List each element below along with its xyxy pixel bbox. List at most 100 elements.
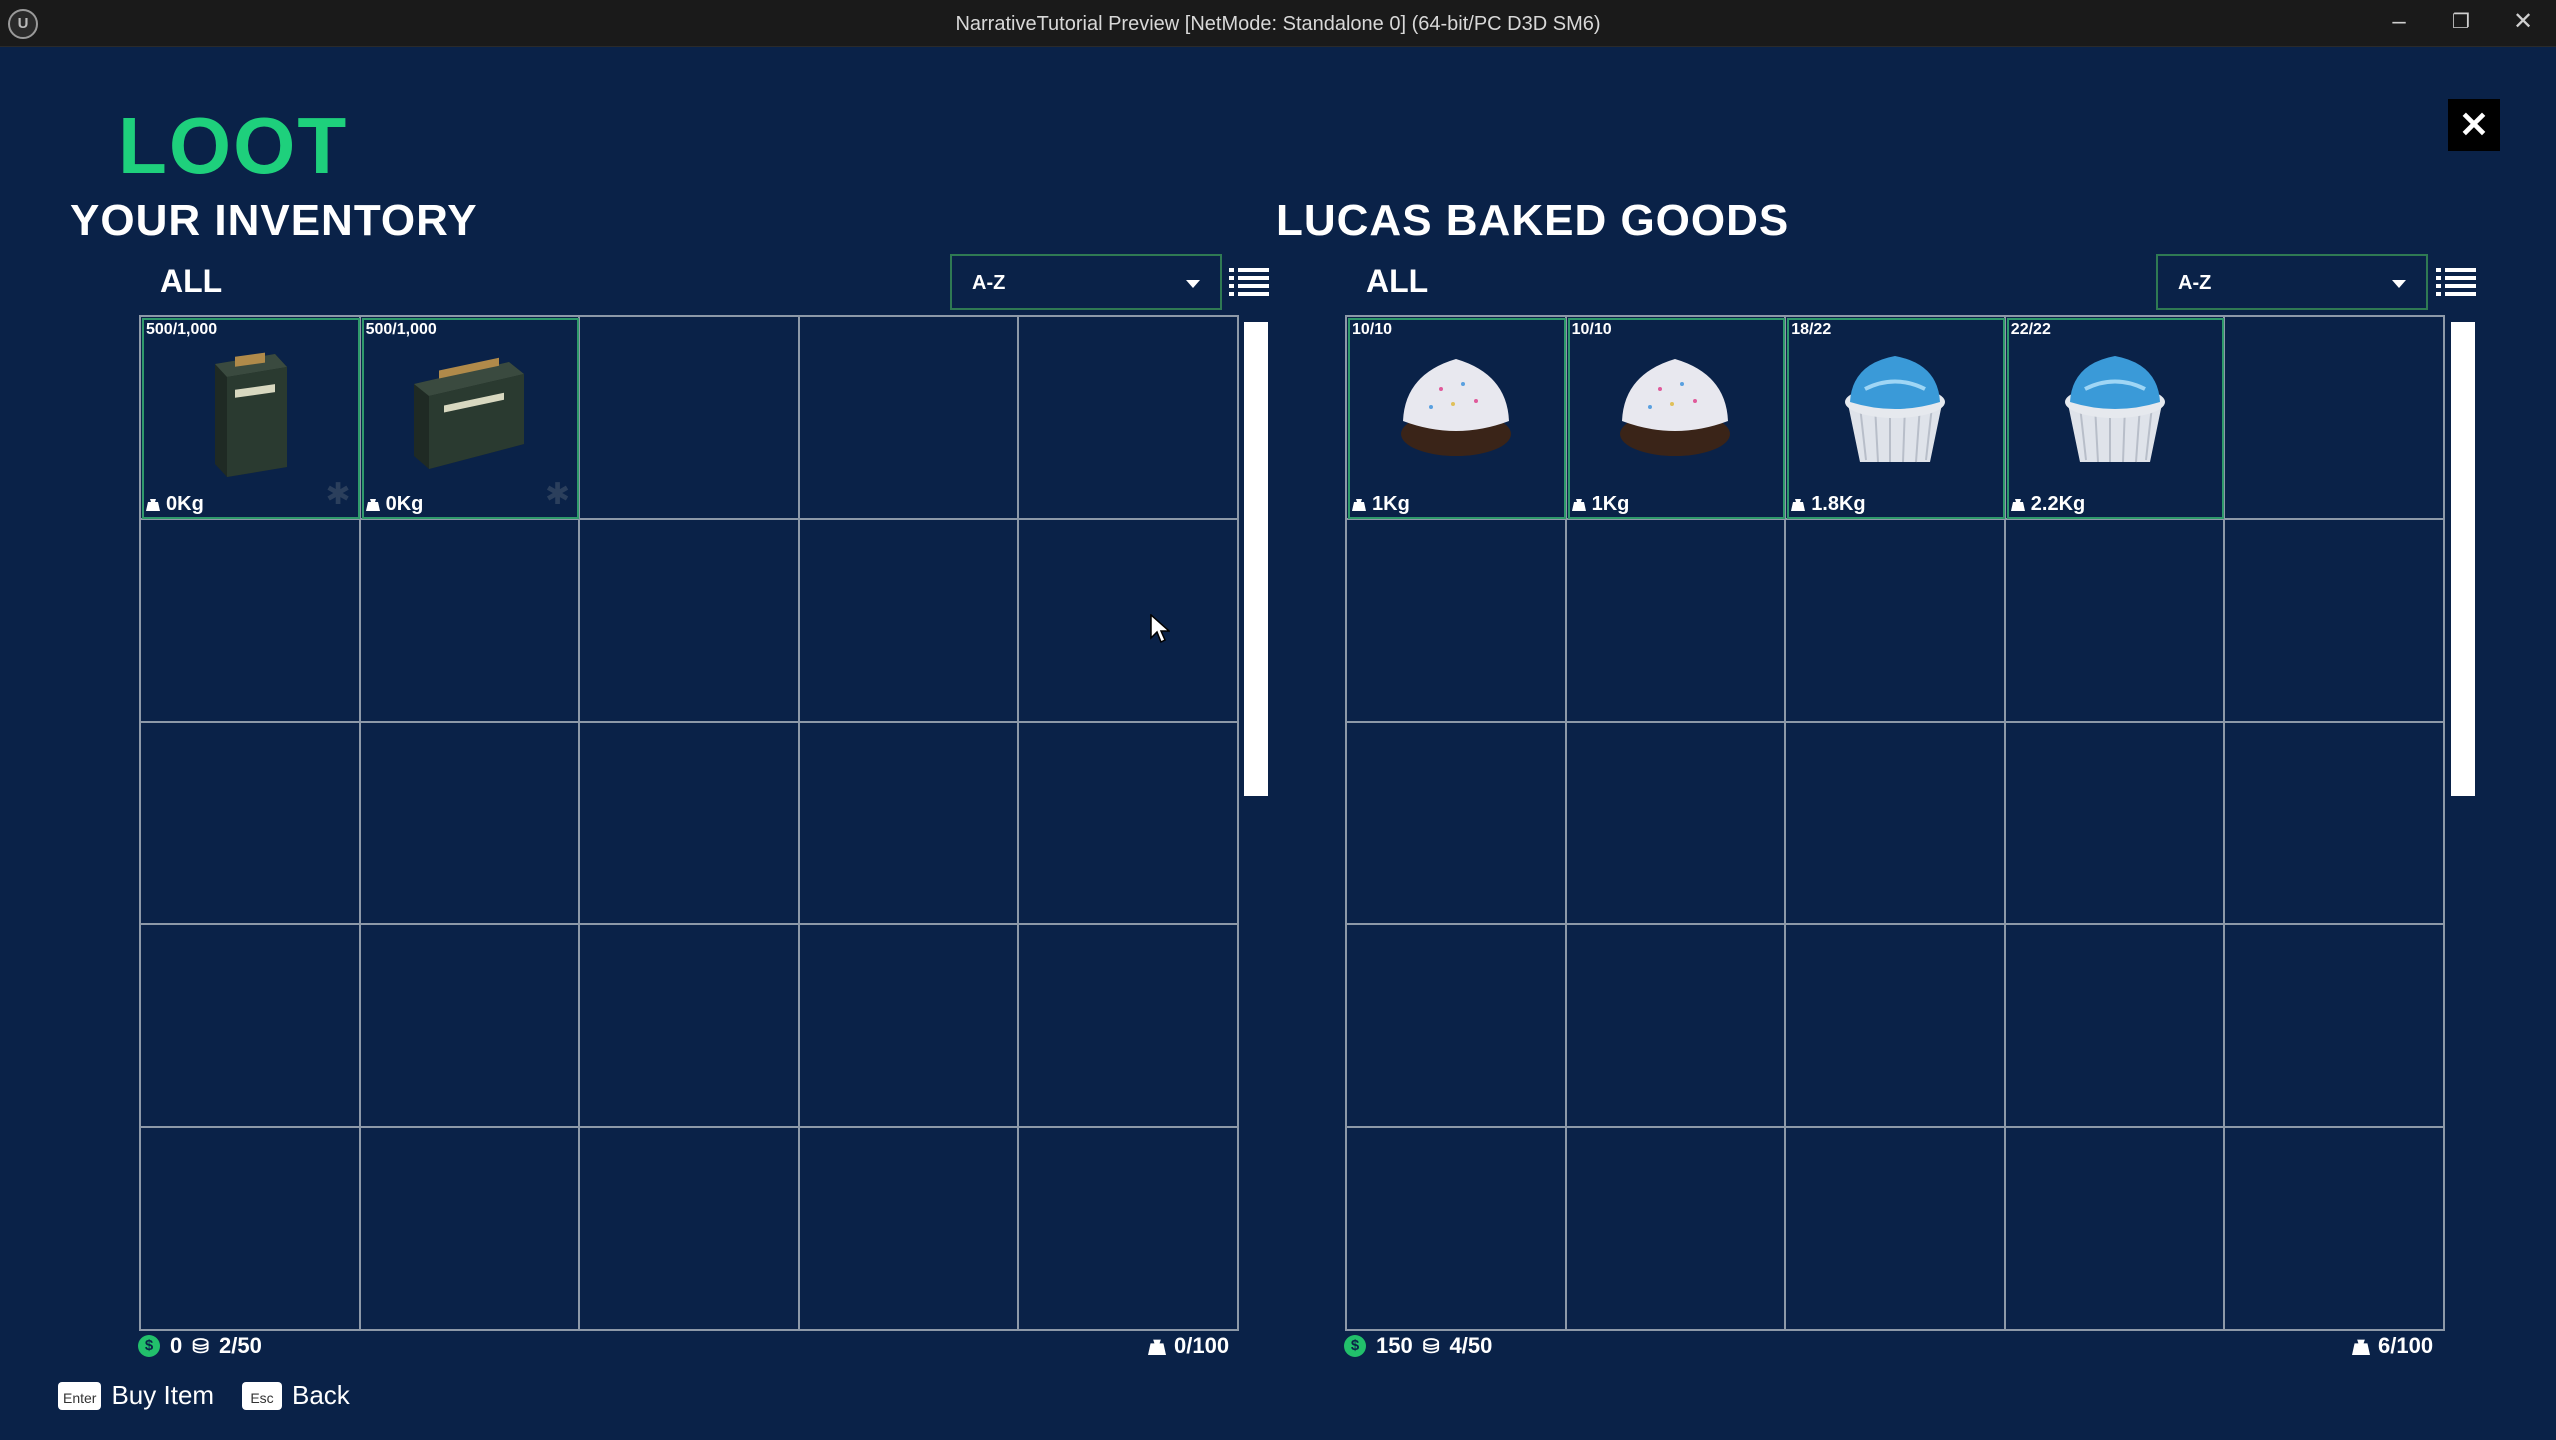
inventory-slot[interactable] [1019,519,1239,723]
inventory-slot[interactable]: 500/1,000 0Kg ✱ [141,317,361,520]
slots-icon: ⛁ [1422,1335,1440,1358]
sort-value: A-Z [2178,272,2212,294]
window-titlebar: U NarrativeTutorial Preview [NetMode: St… [0,0,2556,47]
mouse-cursor-icon [1150,614,1170,644]
inventory-slot[interactable] [360,1128,581,1331]
inventory-slot[interactable] [580,519,800,723]
vendor-slot[interactable] [1347,722,1567,926]
inventory-slots: 2/50 [219,1333,262,1358]
vendor-slot[interactable] [1347,1128,1567,1331]
ammo-box-pistol-icon [214,352,287,478]
item-weight: 0Kg [365,493,423,516]
item-weight-value: 2.2Kg [2030,492,2086,515]
inventory-slot[interactable]: 500/1,000 0Kg ✱ [360,317,581,520]
vendor-slot[interactable] [2225,722,2445,926]
favorite-icon[interactable]: ✱ [325,477,350,512]
blue-cupcake-icon [1844,356,1945,463]
inventory-slot[interactable] [141,1128,361,1331]
back-hint[interactable]: Esc Back [242,1380,350,1411]
inventory-slot[interactable] [360,722,581,926]
favorite-icon[interactable]: ✱ [545,477,570,512]
inventory-slot[interactable] [1019,317,1239,520]
inventory-slot[interactable] [580,722,800,926]
inventory-slot[interactable] [799,722,1020,926]
vendor-sort-dropdown[interactable]: A-Z [2156,254,2428,310]
inventory-slot[interactable] [1019,1128,1239,1331]
vendor-scrollbar[interactable] [2451,322,2475,796]
inventory-slot[interactable] [360,519,581,723]
vendor-slot[interactable] [1786,1128,2006,1331]
vendor-slot[interactable] [1347,519,1567,723]
window-close-button[interactable]: ✕ [2498,4,2548,40]
vendor-slot[interactable] [1566,1128,1787,1331]
weight-icon [365,499,380,512]
vendor-slot[interactable] [2005,722,2226,926]
screen-title: LOOT [118,101,349,190]
vendor-slot[interactable] [2005,519,2226,723]
item-weight: 1Kg [1352,493,1410,516]
buy-item-hint[interactable]: Enter Buy Item [58,1380,214,1411]
vendor-slot[interactable]: 18/22 1.8Kg [1786,317,2006,520]
vendor-slot[interactable]: 22/22 2.2Kg [2005,317,2226,520]
item-weight: 1.8Kg [1791,493,1866,516]
inventory-slot[interactable] [360,925,581,1129]
vendor-title: LUCAS BAKED GOODS [1276,196,1790,245]
vendor-slot[interactable] [2225,317,2445,520]
vendor-weight-stat: 6/100 [2352,1333,2433,1359]
vendor-slot[interactable] [1786,925,2006,1129]
inventory-slot[interactable] [799,519,1020,723]
close-icon: ✕ [2458,104,2490,145]
vendor-slot[interactable] [1566,519,1787,723]
inventory-slot[interactable] [799,925,1020,1129]
weight-icon [2010,499,2025,512]
vendor-slot[interactable] [2225,519,2445,723]
list-view-icon[interactable] [2436,266,2476,298]
vendor-slot[interactable]: 10/10 1Kg [1347,317,1567,520]
vendor-slot[interactable] [1566,925,1787,1129]
vendor-slot[interactable] [1347,925,1567,1129]
inventory-slot[interactable] [1019,925,1239,1129]
inventory-currency: 0 [170,1333,183,1358]
close-button[interactable]: ✕ [2448,99,2500,151]
chocolate-cupcake-icon [1400,359,1511,457]
list-view-icon[interactable] [1229,266,1269,298]
inventory-slot[interactable] [799,1128,1020,1331]
vendor-slot[interactable] [1786,722,2006,926]
inventory-slot[interactable] [580,925,800,1129]
vendor-slot[interactable] [2005,1128,2226,1331]
weight-icon [1148,1339,1166,1355]
ammo-box-rifle-icon [414,358,525,470]
item-weight: 0Kg [146,493,204,516]
vendor-slot[interactable] [2005,925,2226,1129]
inventory-weight-stat: 0/100 [1148,1333,1229,1359]
inventory-slot[interactable] [1019,722,1239,926]
blue-cupcake-icon [2064,356,2165,463]
vendor-weight: 6/100 [2378,1333,2434,1358]
vendor-slot[interactable] [1566,722,1787,926]
inventory-slot[interactable] [141,519,361,723]
vendor-slot[interactable] [2225,1128,2445,1331]
chevron-down-icon [2392,280,2406,288]
vendor-slot[interactable]: 10/10 1Kg [1566,317,1787,520]
chocolate-cupcake-icon [1620,359,1731,457]
inventory-slot[interactable] [141,925,361,1129]
inventory-slot[interactable] [141,722,361,926]
inventory-slot[interactable] [580,1128,800,1331]
weight-icon [2352,1339,2370,1355]
inventory-filter-tab[interactable]: ALL [160,263,222,300]
weight-icon [1352,499,1366,512]
inventory-slot[interactable] [799,317,1020,520]
back-label: Back [292,1380,350,1410]
inventory-slot[interactable] [580,317,800,520]
vendor-slots: 4/50 [1449,1333,1493,1358]
inventory-sort-dropdown[interactable]: A-Z [950,254,1222,310]
vendor-slot[interactable] [1786,519,2006,723]
item-weight: 1Kg [1571,493,1629,516]
item-weight: 2.2Kg [2010,492,2086,516]
restore-button[interactable]: ❐ [2436,4,2486,40]
inventory-scrollbar[interactable] [1244,322,1268,796]
vendor-slot[interactable] [2225,925,2445,1129]
item-quantity: 10/10 [1571,321,1612,338]
vendor-filter-tab[interactable]: ALL [1366,263,1428,300]
minimize-button[interactable]: – [2374,4,2424,40]
